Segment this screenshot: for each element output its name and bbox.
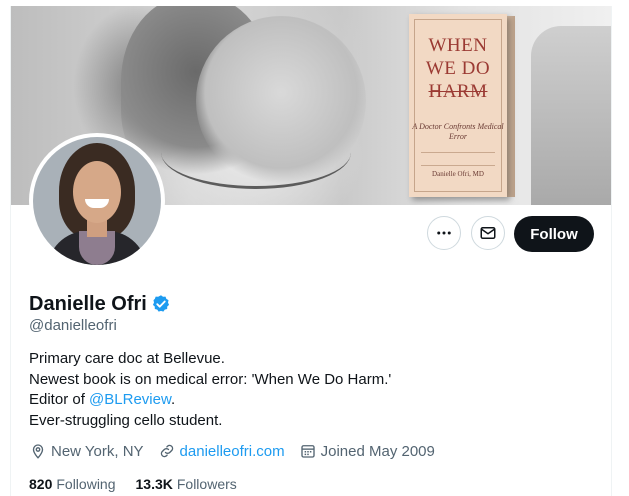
following-label: Following	[56, 476, 116, 492]
book-title: WHEN WE DO HARM	[409, 34, 507, 103]
followers-stat[interactable]: 13.3K Followers	[136, 476, 237, 492]
banner-photo-stethoscope	[161, 116, 351, 189]
bio-editor-suffix: .	[170, 391, 176, 408]
link-icon	[160, 444, 173, 458]
profile-name: Danielle Ofri	[29, 293, 147, 315]
bio-mention-link[interactable]: @BLReview	[89, 391, 171, 408]
book-author: Danielle Ofri, MD	[432, 170, 484, 178]
banner-photo-figure	[531, 26, 611, 205]
following-stat[interactable]: 820 Following	[29, 476, 116, 492]
joined-text: Joined May 2009	[320, 442, 435, 460]
profile-bio: Primary care doc at Bellevue. Newest boo…	[29, 349, 391, 431]
bio-line: Primary care doc at Bellevue.	[29, 350, 225, 367]
book-subtitle: A Doctor Confronts Medical Error	[412, 122, 504, 141]
following-count: 820	[29, 476, 53, 492]
profile-frame: WHEN WE DO HARM A Doctor Confronts Medic…	[10, 6, 612, 496]
more-options-button[interactable]	[427, 216, 461, 250]
bio-line: Editor of @BLReview.	[29, 390, 391, 411]
book-title-line2: WE DO	[425, 58, 491, 79]
profile-meta: New York, NY danielleofri.com Joined May…	[29, 442, 449, 460]
profile-handle: @danielleofri	[29, 317, 117, 334]
bio-line: Newest book is on medical error: 'When W…	[29, 370, 392, 388]
book-title-line1: WHEN	[428, 35, 488, 56]
joined-date: Joined May 2009	[299, 442, 435, 460]
location: New York, NY	[29, 442, 144, 460]
location-pin-icon	[32, 444, 44, 459]
profile-name-row: Danielle Ofri	[29, 292, 171, 316]
followers-count: 13.3K	[135, 476, 173, 492]
website-link[interactable]: danielleofri.com	[180, 443, 285, 460]
calendar-icon	[300, 445, 315, 458]
avatar-face	[73, 161, 121, 223]
website[interactable]: danielleofri.com	[158, 442, 285, 460]
profile-stats: 820 Following 13.3K Followers	[29, 476, 257, 492]
follow-button[interactable]: Follow	[514, 216, 594, 252]
verified-badge-icon[interactable]	[151, 294, 171, 314]
location-text: New York, NY	[51, 442, 144, 460]
bio-line: Ever-struggling cello student.	[29, 411, 223, 429]
book-blurb	[421, 152, 495, 166]
followers-label: Followers	[176, 476, 237, 492]
avatar[interactable]	[29, 133, 165, 269]
book-title-line3: HARM	[428, 81, 488, 102]
more-horizontal-icon	[437, 231, 451, 235]
envelope-icon	[480, 227, 496, 239]
book-spine	[507, 16, 515, 197]
book-cover: WHEN WE DO HARM A Doctor Confronts Medic…	[409, 14, 507, 197]
bio-editor-prefix: Editor of	[29, 391, 90, 408]
avatar-photo	[33, 137, 161, 265]
message-button[interactable]	[471, 216, 505, 250]
